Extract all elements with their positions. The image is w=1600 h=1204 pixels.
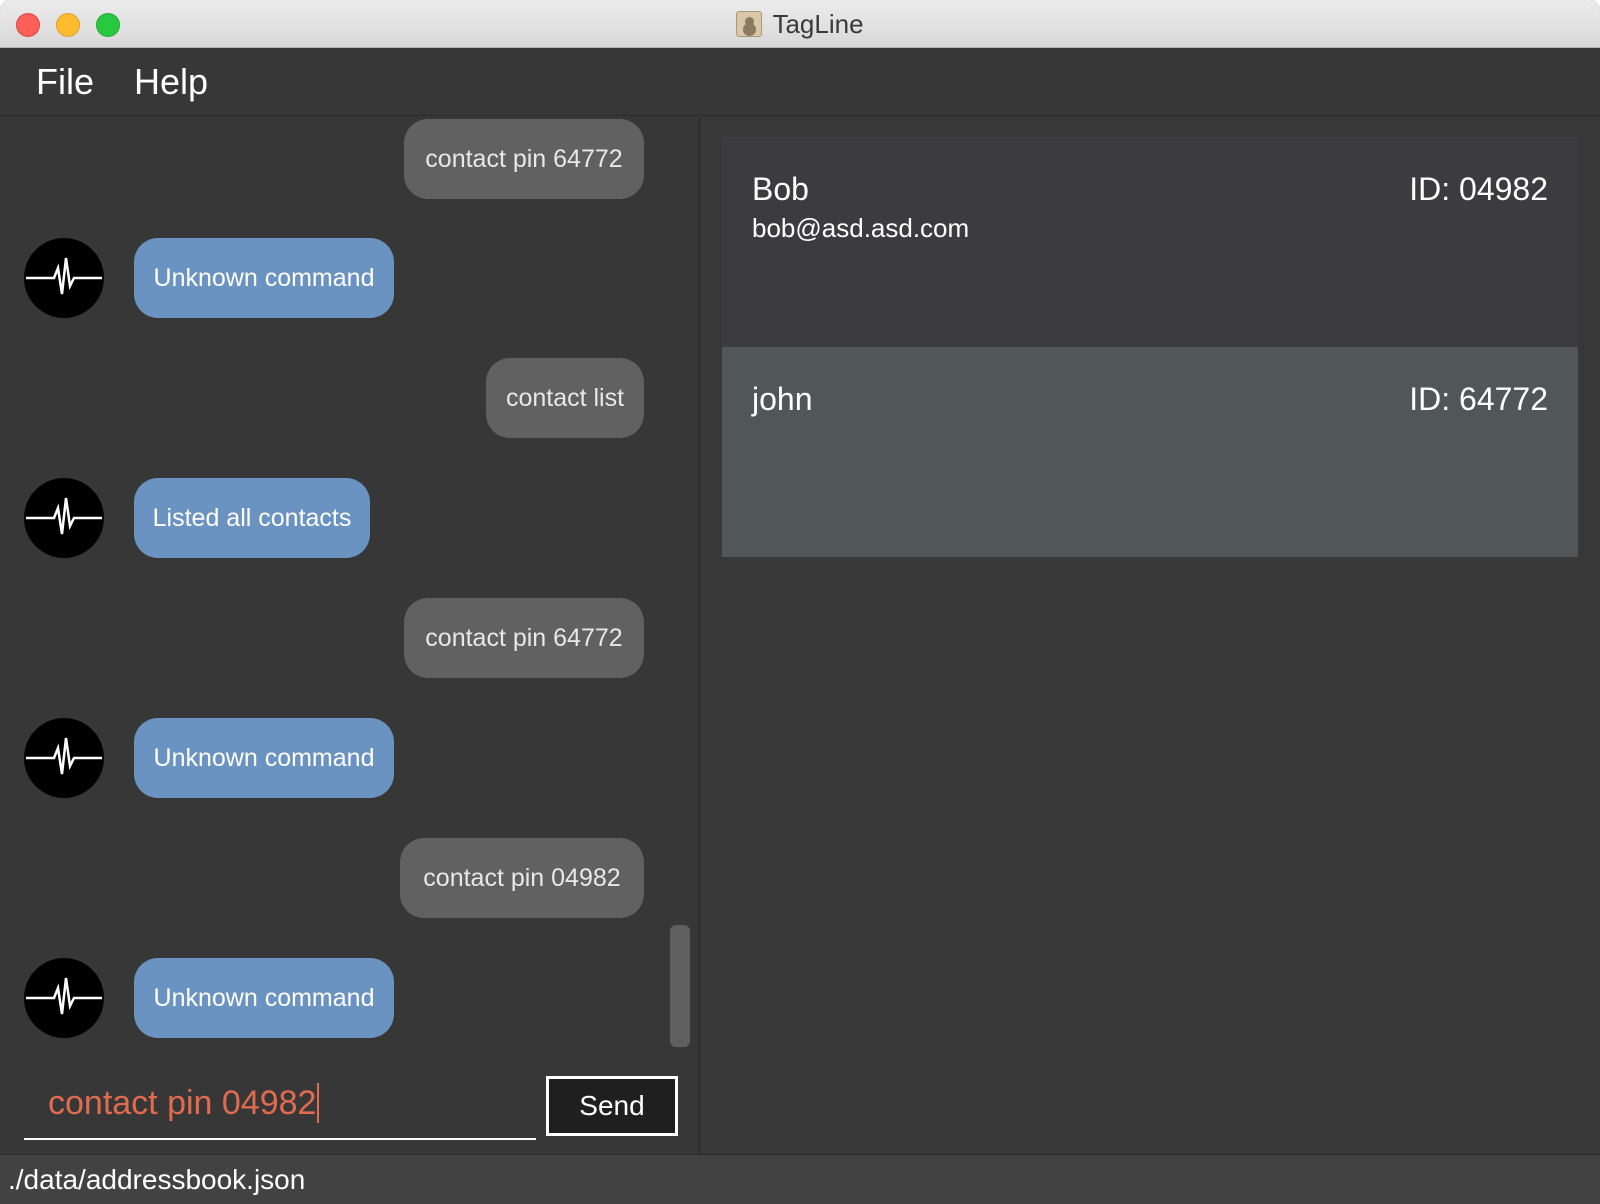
contact-id: ID: 04982 [1409,171,1548,207]
user-message: contact pin 04982 [400,838,644,918]
menu-bar: File Help [0,48,1600,116]
chat-pane: contact pin 64772 Unknown command contac… [0,117,700,1154]
contact-list-pane: Bob bob@asd.asd.com ID: 04982 john ID: 6… [702,117,1600,1154]
bot-message: Unknown command [134,958,394,1038]
app-window: TagLine File Help contact pin 64772 Unkn… [0,0,1600,1204]
status-bar: ./data/addressbook.json [0,1154,1600,1204]
contact-card[interactable]: john ID: 64772 [722,347,1578,557]
contact-name: john [752,381,813,417]
contact-card[interactable]: Bob bob@asd.asd.com ID: 04982 [722,137,1578,347]
bot-message: Unknown command [134,718,394,798]
contact-id: ID: 64772 [1409,381,1548,417]
status-file-path: ./data/addressbook.json [8,1163,306,1195]
user-message: contact list [486,358,644,438]
command-input[interactable]: contact pin 04982 [24,1068,536,1140]
chat-scrollbar[interactable] [670,925,690,1047]
text-caret [317,1083,320,1123]
bot-message: Unknown command [134,238,394,318]
user-message: contact pin 64772 [404,598,644,678]
bot-avatar [24,238,104,318]
bot-avatar [24,718,104,798]
menu-help[interactable]: Help [134,61,208,103]
command-input-value[interactable]: contact pin 04982 [48,1084,316,1123]
bot-avatar [24,478,104,558]
title-bar: TagLine [0,0,1600,48]
heartbeat-icon [26,977,102,1015]
send-button[interactable]: Send [546,1076,678,1136]
bot-avatar [24,958,104,1038]
heartbeat-icon [26,737,102,775]
menu-file[interactable]: File [36,61,94,103]
heartbeat-icon [26,497,102,535]
window-title-group: TagLine [0,0,1600,48]
contact-email: bob@asd.asd.com [752,213,970,243]
bot-message: Listed all contacts [134,478,370,558]
contacts-book-icon [736,11,763,37]
window-title: TagLine [772,8,864,39]
user-message: contact pin 64772 [404,119,644,199]
heartbeat-icon [26,257,102,295]
contact-name: Bob [752,171,809,207]
